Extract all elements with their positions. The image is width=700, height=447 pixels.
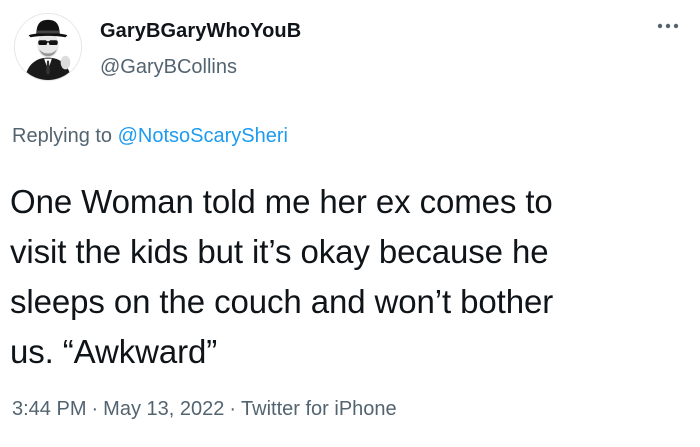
tweet-text-line: sleeps on the couch and won’t bother	[10, 283, 554, 320]
tweet-text-line: us. “Awkward”	[10, 333, 218, 370]
tweet-date[interactable]: May 13, 2022	[103, 398, 224, 420]
replying-to-label: Replying to	[12, 125, 118, 147]
more-dots-icon	[657, 23, 679, 29]
tweet-card: GaryBGaryWhoYouB @GaryBCollins Replying …	[0, 0, 700, 447]
meta-separator: ·	[229, 398, 237, 420]
meta-separator: ·	[91, 398, 99, 420]
author-display-name[interactable]: GaryBGaryWhoYouB	[100, 20, 301, 43]
avatar-image	[15, 14, 81, 80]
tweet-text: One Woman told me her ex comes to visit …	[10, 177, 690, 377]
reply-mention-link[interactable]: @NotsoScarySheri	[118, 125, 288, 147]
tweet-text-line: One Woman told me her ex comes to	[10, 183, 553, 220]
more-options-button[interactable]	[648, 12, 688, 40]
tweet-text-line: visit the kids but it’s okay because he	[10, 233, 549, 270]
tweet-meta: 3:44 PM · May 13, 2022 · Twitter for iPhone	[12, 398, 397, 421]
tweet-source[interactable]: Twitter for iPhone	[241, 398, 397, 420]
author-avatar[interactable]	[14, 13, 82, 81]
author-handle[interactable]: @GaryBCollins	[100, 56, 237, 79]
tweet-time[interactable]: 3:44 PM	[12, 398, 86, 420]
replying-to-line: Replying to @NotsoScarySheri	[12, 125, 288, 148]
